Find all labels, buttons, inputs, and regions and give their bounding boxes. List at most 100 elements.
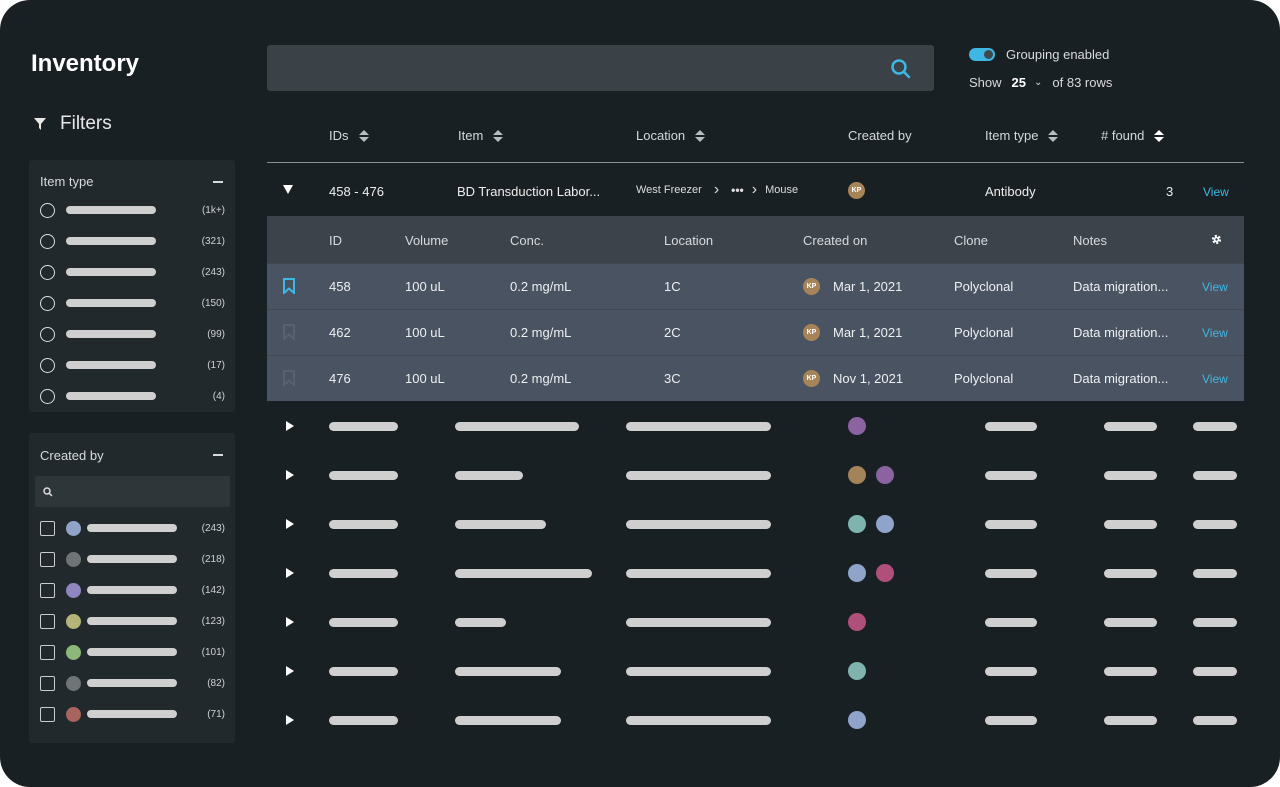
radio-button[interactable]: [40, 233, 55, 249]
subcolumn-header[interactable]: Clone: [954, 233, 988, 248]
rows-per-page-select[interactable]: 25: [1012, 75, 1026, 90]
item-type-option[interactable]: (99): [40, 326, 225, 342]
subcolumn-header[interactable]: Created on: [803, 233, 867, 248]
view-placeholder[interactable]: [1193, 471, 1237, 480]
view-placeholder[interactable]: [1193, 520, 1237, 529]
item-placeholder: [455, 520, 546, 529]
view-link[interactable]: View: [1202, 326, 1228, 340]
avatar: [66, 644, 81, 660]
item-type-option[interactable]: (243): [40, 264, 225, 280]
creator-option[interactable]: (82): [40, 675, 225, 691]
checkbox[interactable]: [40, 582, 55, 598]
column-header[interactable]: # found: [1101, 128, 1165, 143]
chevron-down-icon[interactable]: ⌄: [1034, 77, 1042, 88]
gear-icon[interactable]: [1211, 234, 1222, 245]
subcolumn-header[interactable]: Conc.: [510, 233, 544, 248]
creator-option[interactable]: (142): [40, 582, 225, 598]
creator-search-input[interactable]: [35, 476, 230, 507]
column-label: Item type: [985, 128, 1039, 143]
column-header[interactable]: IDs: [329, 128, 369, 143]
expand-caret-icon[interactable]: [286, 666, 294, 676]
creator-option[interactable]: (243): [40, 520, 225, 536]
filters-header[interactable]: Filters: [34, 113, 112, 135]
expand-caret-icon[interactable]: [286, 568, 294, 578]
item-type-option[interactable]: (17): [40, 357, 225, 373]
expand-caret-icon[interactable]: [286, 470, 294, 480]
view-placeholder[interactable]: [1193, 618, 1237, 627]
sort-icon[interactable]: [358, 129, 369, 142]
view-placeholder[interactable]: [1193, 569, 1237, 578]
view-link[interactable]: View: [1203, 185, 1229, 199]
ellipsis-icon[interactable]: •••: [731, 183, 744, 197]
view-link[interactable]: View: [1202, 372, 1228, 386]
subcolumn-header[interactable]: Volume: [405, 233, 448, 248]
search-icon[interactable]: [891, 59, 911, 79]
checkbox[interactable]: [40, 675, 55, 691]
collapse-icon[interactable]: [213, 181, 223, 183]
avatar: [876, 564, 894, 582]
cell-clone: Polyclonal: [954, 371, 1014, 386]
column-header[interactable]: Location: [636, 128, 706, 143]
toggle-switch[interactable]: [969, 48, 995, 61]
radio-button[interactable]: [40, 357, 55, 373]
radio-button[interactable]: [40, 202, 55, 218]
ids-placeholder: [329, 520, 398, 529]
bookmark-icon[interactable]: [283, 278, 295, 294]
checkbox[interactable]: [40, 613, 55, 629]
item-type-option[interactable]: (150): [40, 295, 225, 311]
subtable-row[interactable]: 458 100 uL 0.2 mg/mL 1C KP Mar 1, 2021 P…: [267, 263, 1244, 309]
subcolumn-header[interactable]: ID: [329, 233, 342, 248]
grouping-toggle[interactable]: Grouping enabled: [969, 47, 1109, 62]
creator-option[interactable]: (218): [40, 551, 225, 567]
item-type-label: Item type: [40, 174, 94, 189]
column-header[interactable]: Item: [458, 128, 504, 143]
sort-icon[interactable]: [1048, 129, 1059, 142]
item-type-placeholder: [985, 520, 1037, 529]
view-placeholder[interactable]: [1193, 716, 1237, 725]
ids-placeholder: [329, 569, 398, 578]
checkbox[interactable]: [40, 551, 55, 567]
collapse-icon[interactable]: [213, 454, 223, 456]
creator-option[interactable]: (71): [40, 706, 225, 722]
radio-button[interactable]: [40, 388, 55, 404]
checkbox[interactable]: [40, 706, 55, 722]
collapse-caret-icon[interactable]: [283, 185, 293, 194]
expand-caret-icon[interactable]: [286, 715, 294, 725]
subtable-row[interactable]: 476 100 uL 0.2 mg/mL 3C KP Nov 1, 2021 P…: [267, 355, 1244, 401]
total-rows: of 83 rows: [1052, 75, 1113, 90]
bookmark-icon[interactable]: [283, 370, 295, 386]
option-label-placeholder: [87, 555, 177, 563]
radio-button[interactable]: [40, 264, 55, 280]
view-link[interactable]: View: [1202, 280, 1228, 294]
option-count: (99): [207, 328, 225, 340]
checkbox[interactable]: [40, 520, 55, 536]
item-type-option[interactable]: (321): [40, 233, 225, 249]
expand-caret-icon[interactable]: [286, 421, 294, 431]
expand-caret-icon[interactable]: [286, 519, 294, 529]
location-placeholder: [626, 618, 771, 627]
found-placeholder: [1104, 422, 1157, 431]
subtable-row[interactable]: 462 100 uL 0.2 mg/mL 2C KP Mar 1, 2021 P…: [267, 309, 1244, 355]
creator-option[interactable]: (101): [40, 644, 225, 660]
avatar: [66, 706, 81, 722]
radio-button[interactable]: [40, 326, 55, 342]
view-placeholder[interactable]: [1193, 667, 1237, 676]
column-header[interactable]: Created by: [848, 128, 912, 143]
sort-icon[interactable]: [493, 129, 504, 142]
creator-option[interactable]: (123): [40, 613, 225, 629]
expand-caret-icon[interactable]: [286, 617, 294, 627]
view-placeholder[interactable]: [1193, 422, 1237, 431]
bookmark-icon[interactable]: [283, 324, 295, 340]
option-count: (82): [207, 677, 225, 689]
checkbox[interactable]: [40, 644, 55, 660]
item-type-placeholder: [985, 422, 1037, 431]
column-header[interactable]: Item type: [985, 128, 1059, 143]
subcolumn-header[interactable]: Notes: [1073, 233, 1107, 248]
item-type-option[interactable]: (4): [40, 388, 225, 404]
radio-button[interactable]: [40, 295, 55, 311]
search-input[interactable]: [267, 45, 934, 91]
sort-icon[interactable]: [1154, 129, 1165, 142]
sort-icon[interactable]: [695, 129, 706, 142]
item-type-option[interactable]: (1k+): [40, 202, 225, 218]
subcolumn-header[interactable]: Location: [664, 233, 713, 248]
